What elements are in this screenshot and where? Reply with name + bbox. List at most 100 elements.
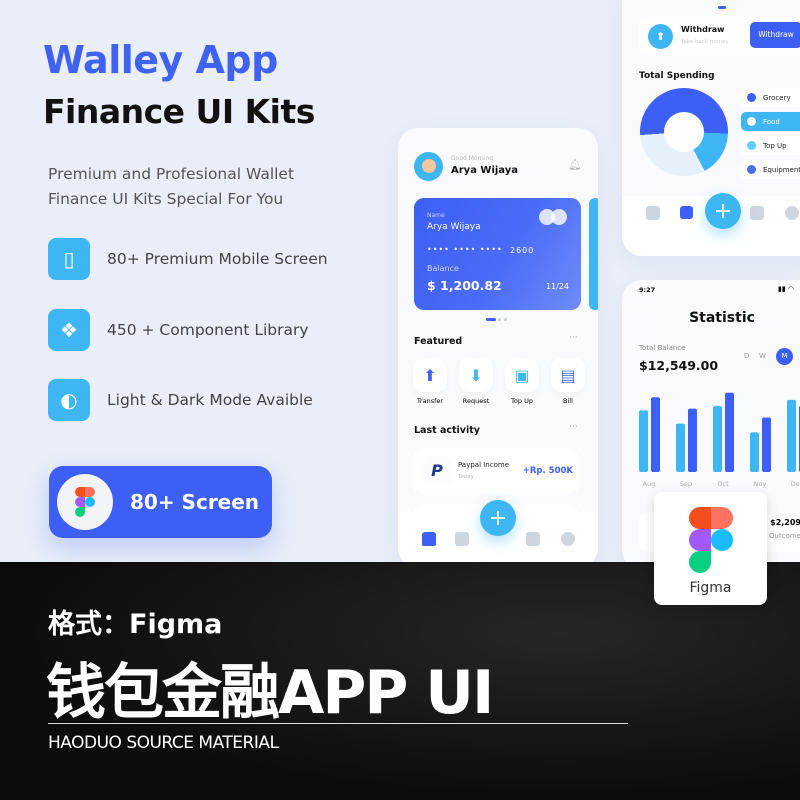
x-tick-label: Dec xyxy=(791,480,800,488)
figma-logo-icon xyxy=(689,507,733,573)
action-label: Request xyxy=(462,397,490,405)
x-tick-label: Nov xyxy=(754,480,767,488)
action-transfer[interactable]: ⬆ Transfer xyxy=(413,358,447,405)
withdraw-subtitle: Take back money xyxy=(681,39,729,45)
bell-icon[interactable]: 🔔︎ xyxy=(568,158,582,171)
components-icon: ❖ xyxy=(48,309,90,351)
bar-sep-series-1 xyxy=(676,423,685,472)
action-label: Top Up xyxy=(511,397,533,405)
chart-icon[interactable] xyxy=(680,206,693,219)
legend-topup[interactable]: Top Up xyxy=(741,136,800,155)
period-month[interactable]: M xyxy=(776,348,793,365)
bar-nov-series-1 xyxy=(750,432,759,472)
carousel-dot-active[interactable] xyxy=(486,318,496,321)
legend-equipment[interactable]: Equipment xyxy=(741,160,800,179)
divider xyxy=(48,723,628,724)
action-topup[interactable]: ▣ Top Up xyxy=(505,358,539,405)
carousel-dot-active[interactable] xyxy=(718,6,726,9)
signal-wifi-icon: ▮▮ ◠ xyxy=(778,285,795,293)
spending-donut-chart xyxy=(640,88,728,176)
description-line: Finance UI Kits Special For You xyxy=(48,190,284,208)
bar-sep-series-2 xyxy=(688,408,697,472)
wallet-icon[interactable] xyxy=(526,532,540,546)
activity-title: Last activity xyxy=(414,425,480,436)
phone-icon: ▯ xyxy=(48,238,90,280)
outcome-label: Outcome xyxy=(769,532,800,540)
statistic-bar-chart: Aug Sep Oct Nov Dec xyxy=(639,392,800,488)
profile-icon[interactable] xyxy=(785,206,799,220)
feature-modes: ◐ Light & Dark Mode Avaible xyxy=(48,379,313,421)
action-request[interactable]: ⬇ Request xyxy=(459,358,493,405)
legend-grocery[interactable]: Grocery xyxy=(741,88,800,107)
carousel-dot[interactable] xyxy=(498,318,501,321)
card-brand-icon xyxy=(539,209,569,225)
bank-card[interactable]: Name Arya Wijaya •••• •••• •••• 2600 Bal… xyxy=(414,198,581,310)
x-tick-label: Sep xyxy=(680,480,692,488)
featured-title: Featured xyxy=(414,336,463,347)
banner-format: 格式：Figma xyxy=(48,609,223,640)
card-balance: $ 1,200.82 xyxy=(427,278,502,293)
carousel-dot[interactable] xyxy=(504,318,507,321)
bar-aug-series-2 xyxy=(651,397,660,472)
bar-oct-series-2 xyxy=(725,392,734,472)
wallet-icon[interactable] xyxy=(750,206,764,220)
screens-button[interactable]: 80+ Screen xyxy=(49,466,272,538)
card-expiry: 11/24 xyxy=(545,282,569,291)
bar-aug-series-1 xyxy=(639,410,648,472)
action-label: Transfer xyxy=(416,397,444,405)
feature-label: 450 + Component Library xyxy=(107,321,309,339)
upload-icon: ⬆ xyxy=(648,24,673,49)
hero-description: Premium and Profesional Wallet Finance UI… xyxy=(48,162,368,212)
activity-item[interactable]: P Paypal Income Today +Rp. 500K xyxy=(413,448,579,494)
legend-label: Equipment xyxy=(763,165,800,174)
banner-footer: HAODUO SOURCE MATERIAL xyxy=(48,733,279,753)
card-name-label: Name xyxy=(427,212,445,219)
spending-screen: ⬆ Withdraw Take back money Withdraw Tota… xyxy=(622,0,800,256)
figma-badge: Figma xyxy=(654,492,767,605)
add-button[interactable]: + xyxy=(705,193,741,229)
legend-label: Top Up xyxy=(763,141,787,150)
bar-dec-series-1 xyxy=(787,399,796,472)
card-holder: Arya Wijaya xyxy=(427,222,481,232)
feature-screens: ▯ 80+ Premium Mobile Screen xyxy=(48,238,328,280)
withdraw-button[interactable]: Withdraw xyxy=(750,22,800,48)
upload-icon: ⬆ xyxy=(413,358,447,392)
card-number-last: 2600 xyxy=(510,246,535,255)
figma-logo-icon xyxy=(57,474,113,530)
statistic-title: Statistic xyxy=(689,310,755,326)
home-icon[interactable] xyxy=(422,532,436,546)
activity-amount: +Rp. 500K xyxy=(522,466,573,476)
featured-actions: ⬆ Transfer ⬇ Request ▣ Top Up ▤ Bill xyxy=(413,358,585,405)
more-icon[interactable]: ··· xyxy=(569,422,578,432)
more-icon[interactable]: ··· xyxy=(569,333,578,343)
next-card[interactable] xyxy=(589,198,598,310)
legend-food[interactable]: Food xyxy=(741,112,800,131)
balance-label: Balance xyxy=(427,264,459,273)
description-line: Premium and Profesional Wallet xyxy=(48,165,295,183)
spending-title: Total Spending xyxy=(639,71,715,81)
action-bill[interactable]: ▤ Bill xyxy=(551,358,585,405)
screens-button-label: 80+ Screen xyxy=(130,490,260,514)
spending-legend: Grocery Food Top Up Equipment xyxy=(741,88,800,179)
activity-date: Today xyxy=(458,474,474,480)
card-number-mask: •••• •••• •••• xyxy=(427,245,503,254)
user-name: Arya Wijaya xyxy=(451,165,519,176)
home-icon[interactable] xyxy=(646,206,660,220)
period-day[interactable]: D xyxy=(744,352,749,360)
gamepad-icon: ▣ xyxy=(505,358,539,392)
period-week[interactable]: W xyxy=(759,352,766,360)
total-balance: $12,549.00 xyxy=(639,358,719,373)
balance-label: Total Balance xyxy=(639,344,686,352)
activity-name: Paypal Income xyxy=(458,461,509,469)
feature-label: 80+ Premium Mobile Screen xyxy=(107,250,328,268)
chart-icon[interactable] xyxy=(455,532,469,546)
bill-icon: ▤ xyxy=(551,358,585,392)
withdraw-card: ⬆ Withdraw Take back money Withdraw xyxy=(639,18,800,54)
hero-subtitle: Finance UI Kits xyxy=(43,92,315,131)
feature-components: ❖ 450 + Component Library xyxy=(48,309,309,351)
donut-hole xyxy=(664,112,704,152)
add-button[interactable]: + xyxy=(480,500,516,536)
greeting: Good Morning xyxy=(451,155,493,162)
profile-icon[interactable] xyxy=(561,532,575,546)
action-label: Bill xyxy=(563,397,573,405)
